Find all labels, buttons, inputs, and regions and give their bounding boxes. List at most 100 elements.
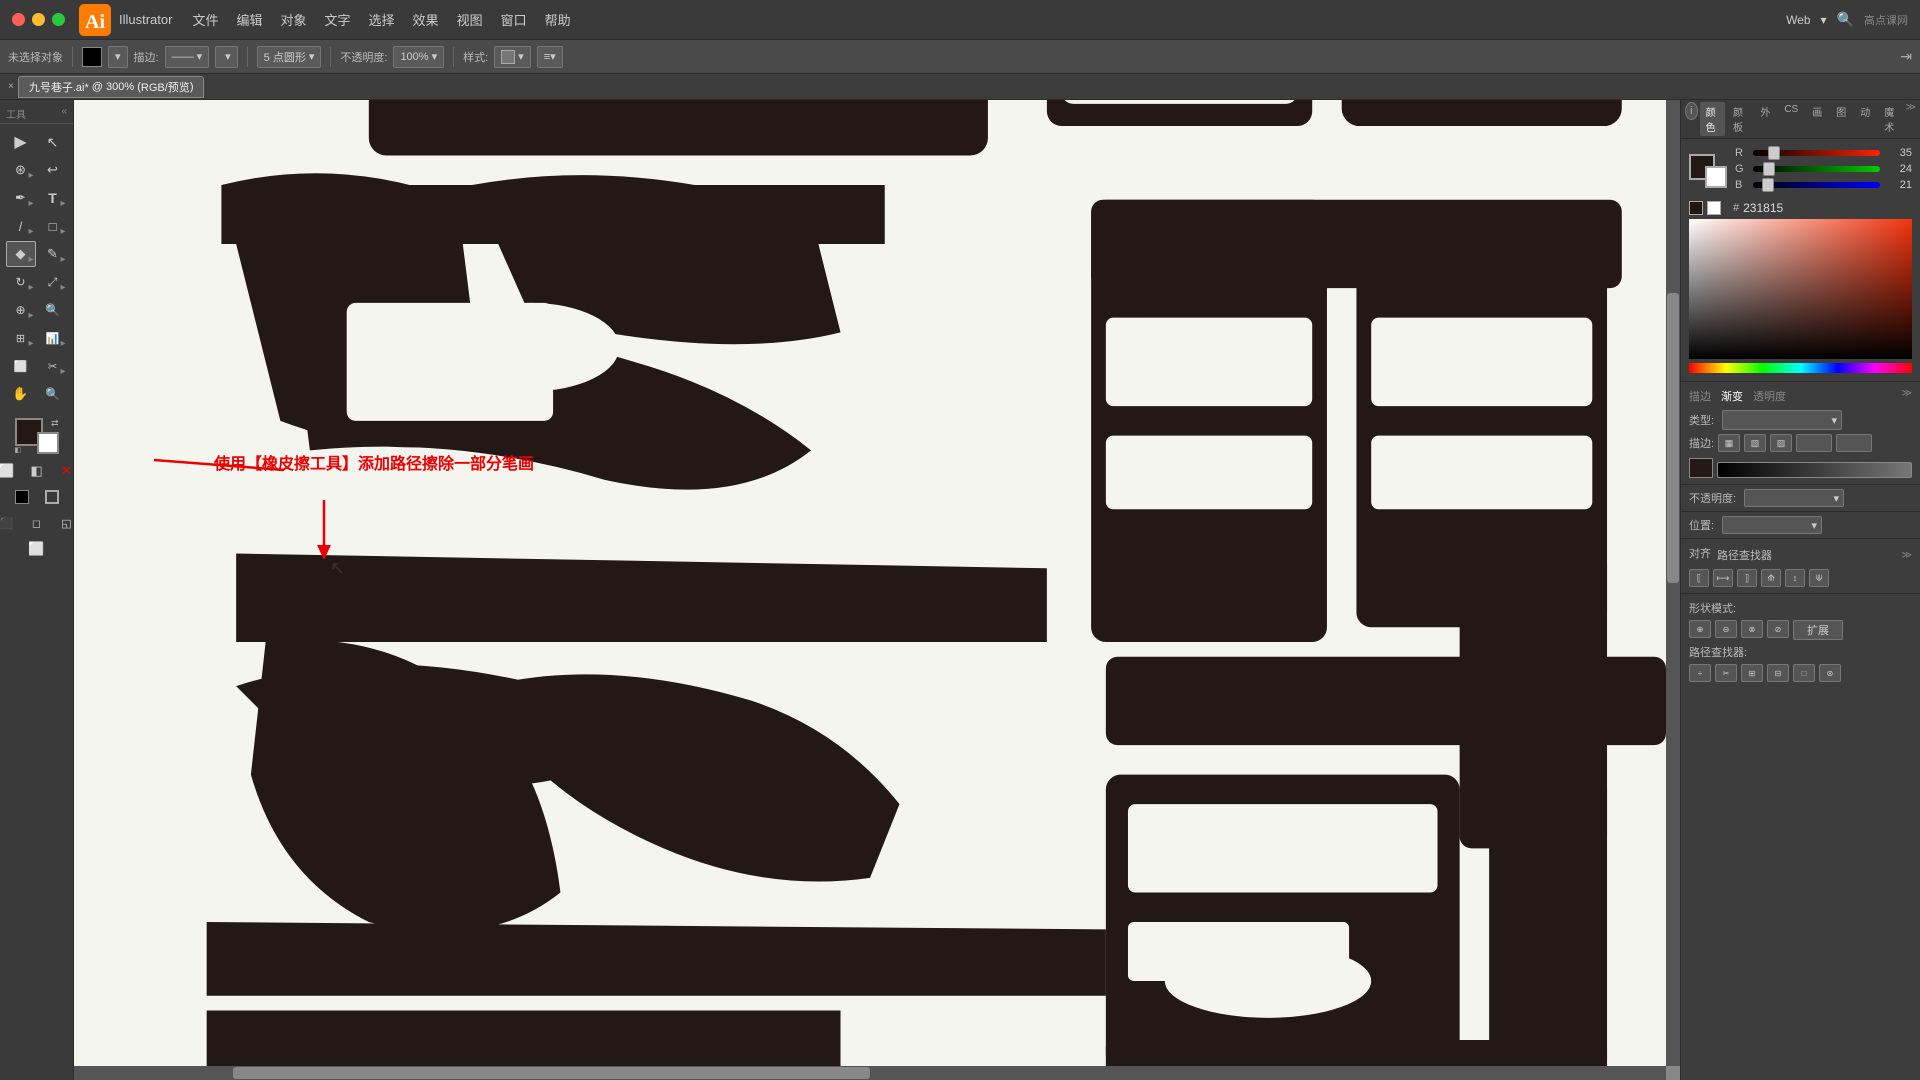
panel-back-swatch[interactable] xyxy=(1705,166,1727,188)
pf-crop-btn[interactable]: ⊟ xyxy=(1767,664,1789,682)
stroke-icon-2[interactable]: ▧ xyxy=(1744,434,1766,452)
screen-mode-btn[interactable]: ⬜ xyxy=(23,538,51,560)
pf-trim-btn[interactable]: ✂ xyxy=(1715,664,1737,682)
magic-wand-tool[interactable]: ↩ xyxy=(38,157,68,183)
symbol-tool[interactable]: ⊞ ▸ xyxy=(6,325,36,351)
pencil-tool[interactable]: ✎ ▸ xyxy=(38,241,68,267)
panel-swatch-tab[interactable]: 颜板 xyxy=(1727,102,1752,136)
stroke-tab[interactable]: 描边 xyxy=(1689,388,1711,404)
menu-effect[interactable]: 效果 xyxy=(413,10,439,29)
opacity-row-select[interactable]: ▾ xyxy=(1744,489,1844,507)
brush-select[interactable]: 5 点圆形 ▾ xyxy=(257,46,322,68)
gradient-type-select[interactable]: ▾ xyxy=(1722,410,1842,430)
workspace-dropdown-icon[interactable]: ▾ xyxy=(1821,13,1827,27)
panel-close-icon[interactable]: × xyxy=(8,81,14,92)
gradient-start-swatch[interactable] xyxy=(1689,458,1713,478)
menu-select[interactable]: 选择 xyxy=(369,10,395,29)
align-top-btn[interactable]: ⟰ xyxy=(1761,569,1781,587)
g-slider-thumb[interactable] xyxy=(1763,162,1775,176)
document-tab[interactable]: 九号巷子.ai* @ 300% ( RGB/预览 ) xyxy=(18,76,205,98)
vertical-scrollbar-thumb[interactable] xyxy=(1667,293,1679,583)
panel-cs-tab[interactable]: CS xyxy=(1778,102,1804,136)
vertical-scrollbar[interactable] xyxy=(1666,100,1680,1066)
pf-minus-back-btn[interactable]: ⊛ xyxy=(1819,664,1841,682)
minimize-button[interactable] xyxy=(32,13,45,26)
pf-divide-btn[interactable]: ÷ xyxy=(1689,664,1711,682)
stroke-size-input-1[interactable] xyxy=(1796,434,1832,452)
artboard-tool[interactable]: ⬜ xyxy=(6,353,36,379)
color-hue-bar[interactable] xyxy=(1689,363,1912,373)
intersect-btn[interactable]: ⊗ xyxy=(1741,620,1763,638)
search-icon[interactable]: 🔍 xyxy=(1837,11,1854,28)
pen-tool[interactable]: ✒ ▸ xyxy=(6,185,36,211)
stroke-select[interactable]: ▾ xyxy=(215,46,238,68)
gradient-preview-bar[interactable] xyxy=(1717,462,1912,478)
background-color-swatch[interactable] xyxy=(37,432,59,454)
toolbar-fill-arrow[interactable]: ▾ xyxy=(108,46,128,68)
panel-graph-tab[interactable]: 图 xyxy=(1830,102,1852,136)
panel-color-tab[interactable]: 颜色 xyxy=(1700,102,1725,136)
panel-collapse-icon[interactable]: ≫ xyxy=(1906,102,1916,136)
align-center-btn[interactable]: ⟼ xyxy=(1713,569,1733,587)
minus-front-btn[interactable]: ⊖ xyxy=(1715,620,1737,638)
opacity-select[interactable]: 100% ▾ xyxy=(393,46,444,68)
fill-indicator-btn[interactable] xyxy=(8,486,36,508)
stroke-indicator-btn[interactable] xyxy=(38,486,66,508)
canvas-area[interactable]: 使用【橡皮擦工具】添加路径擦除一部分笔画 ↖ xyxy=(74,100,1680,1080)
b-slider-track[interactable] xyxy=(1753,182,1880,188)
scale-tool[interactable]: ⤢ ▸ xyxy=(38,269,68,295)
close-button[interactable] xyxy=(12,13,25,26)
swap-colors-icon[interactable]: ⇄ xyxy=(51,418,59,429)
exclude-btn[interactable]: ⊘ xyxy=(1767,620,1789,638)
align-bottom-btn[interactable]: ⟱ xyxy=(1809,569,1829,587)
panel-anim-tab[interactable]: 动 xyxy=(1854,102,1876,136)
position-select[interactable]: ▾ xyxy=(1722,516,1822,534)
align-collapse-icon[interactable]: ≫ xyxy=(1902,550,1912,561)
gradient-tab[interactable]: 渐变 xyxy=(1721,388,1743,404)
b-slider-thumb[interactable] xyxy=(1762,178,1774,192)
horizontal-scrollbar[interactable] xyxy=(74,1066,1666,1080)
rotate-tool[interactable]: ↻ ▸ xyxy=(6,269,36,295)
fullscreen-button[interactable] xyxy=(52,13,65,26)
panel-draw-tab[interactable]: 画 xyxy=(1806,102,1828,136)
selection-tool[interactable]: ▶ xyxy=(6,129,36,155)
color-spectrum[interactable] xyxy=(1689,219,1912,359)
slice-tool[interactable]: ✂ ▸ xyxy=(38,353,68,379)
menu-window[interactable]: 窗口 xyxy=(501,10,527,29)
menu-view[interactable]: 视图 xyxy=(457,10,483,29)
stroke-size-input-2[interactable] xyxy=(1836,434,1872,452)
pf-outline-btn[interactable]: □ xyxy=(1793,664,1815,682)
panel-magic-tab[interactable]: 魔术 xyxy=(1878,102,1903,136)
line-tool[interactable]: / ▸ xyxy=(6,213,36,239)
hand-tool[interactable]: ✋ xyxy=(6,381,36,407)
align-middle-btn[interactable]: ↕ xyxy=(1785,569,1805,587)
style-select[interactable]: ▾ xyxy=(494,46,531,68)
type-tool[interactable]: T ▸ xyxy=(38,185,68,211)
paintbrush-tool[interactable]: ◆ ▸ xyxy=(6,241,36,267)
stroke-icon-3[interactable]: ▨ xyxy=(1770,434,1792,452)
r-slider-track[interactable] xyxy=(1753,150,1880,156)
toolbox-collapse-icon[interactable]: « xyxy=(61,106,67,121)
align-left-btn[interactable]: ⟦ xyxy=(1689,569,1709,587)
draw-inside-btn[interactable]: ◻ xyxy=(23,512,51,534)
r-slider-thumb[interactable] xyxy=(1768,146,1780,160)
warp-tool[interactable]: ⊕ ▸ xyxy=(6,297,36,323)
stroke-input[interactable]: —— ▾ xyxy=(165,46,210,68)
rect-tool[interactable]: □ ▸ xyxy=(38,213,68,239)
zoom-view-tool[interactable]: 🔍 xyxy=(38,381,68,407)
direct-selection-tool[interactable]: ↖ xyxy=(38,129,68,155)
toolbar-fill-swatch[interactable] xyxy=(82,47,102,67)
pf-merge-btn[interactable]: ⊞ xyxy=(1741,664,1763,682)
menu-edit[interactable]: 编辑 xyxy=(236,10,262,29)
transparency-tab[interactable]: 透明度 xyxy=(1753,388,1786,404)
draw-normal-btn[interactable]: ⬛ xyxy=(0,512,21,534)
unite-btn[interactable]: ⊕ xyxy=(1689,620,1711,638)
expand-button[interactable]: 扩展 xyxy=(1793,620,1843,640)
color-picker[interactable] xyxy=(1689,219,1912,359)
zoom-tool[interactable]: 🔍 xyxy=(38,297,68,323)
horizontal-scrollbar-thumb[interactable] xyxy=(233,1067,870,1079)
fill-none-btn[interactable]: ⬜ xyxy=(0,460,21,482)
style-options[interactable]: ≡▾ xyxy=(537,46,563,68)
gradient-collapse-icon[interactable]: ≫ xyxy=(1902,388,1912,404)
panel-outside-tab[interactable]: 外 xyxy=(1754,102,1776,136)
